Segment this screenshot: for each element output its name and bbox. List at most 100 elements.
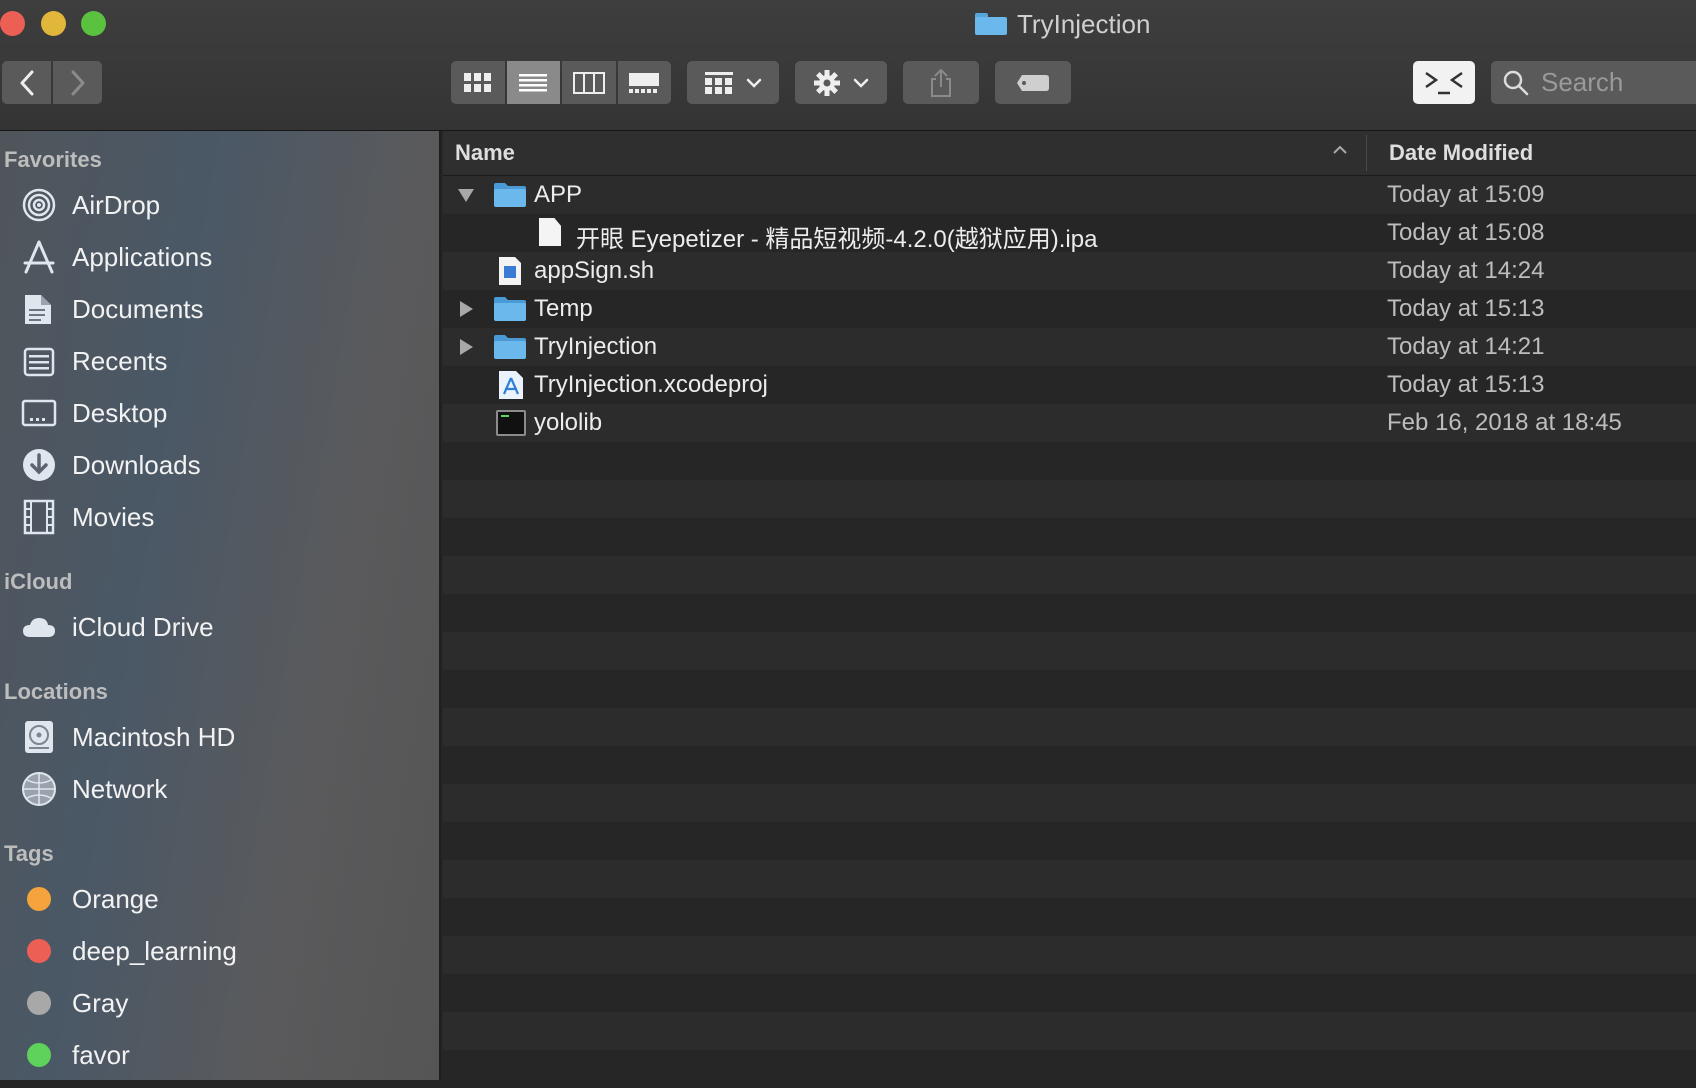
favorites-header: Favorites	[4, 147, 102, 172]
sidebar-item-label: Downloads	[72, 449, 201, 480]
gallery-view-button[interactable]	[617, 61, 671, 104]
group-grid-icon	[705, 71, 733, 94]
search-field[interactable]	[1491, 61, 1696, 104]
toolbar: TryInjection	[0, 0, 1696, 131]
sidebar-item-desktop[interactable]: Desktop	[20, 393, 167, 433]
disclosure-triangle-right-icon[interactable]	[457, 338, 475, 356]
chevron-down-icon	[746, 78, 762, 88]
sidebar-tag-deep-learning[interactable]: deep_learning	[20, 931, 237, 971]
file-name: Temp	[534, 295, 593, 322]
file-name: yololib	[534, 409, 603, 436]
table-row[interactable]: 开眼 Eyepetizer - 精品短视频-4.2.0(越狱应用).ipa To…	[443, 214, 1696, 253]
file-list: Name Date Modified APP Today at 15:09 开眼…	[443, 131, 1696, 1088]
table-row[interactable]: yololib Feb 16, 2018 at 18:45	[443, 404, 1696, 442]
column-view-button[interactable]	[562, 61, 616, 104]
applications-icon	[20, 238, 58, 276]
sidebar-item-applications[interactable]: Applications	[20, 237, 212, 277]
table-row[interactable]: APP Today at 15:09	[443, 176, 1696, 214]
file-date: Today at 14:21	[1387, 333, 1545, 360]
sidebar-item-label: Macintosh HD	[72, 721, 236, 752]
shell-script-icon	[498, 256, 530, 285]
icon-view-button[interactable]	[451, 61, 505, 104]
sidebar-item-documents[interactable]: Documents	[20, 289, 204, 329]
chevron-up-icon	[1333, 145, 1347, 154]
sidebar-item-movies[interactable]: Movies	[20, 497, 154, 537]
disclosure-triangle-right-icon[interactable]	[457, 300, 475, 318]
green-tag-dot-icon	[27, 1043, 51, 1067]
network-icon	[20, 770, 58, 808]
folder-icon	[494, 181, 526, 209]
sidebar-tag-gray[interactable]: Gray	[20, 983, 128, 1023]
tag-icon	[1017, 74, 1049, 91]
harddisk-icon	[20, 718, 58, 756]
airdrop-icon	[20, 186, 58, 224]
edit-tags-button[interactable]	[995, 61, 1071, 104]
downloads-icon	[20, 446, 58, 484]
file-name: APP	[534, 181, 583, 208]
back-button[interactable]	[2, 61, 51, 104]
table-row[interactable]: TryInjection.xcodeproj Today at 15:13	[443, 366, 1696, 404]
column-header: Name Date Modified	[443, 131, 1696, 176]
sidebar: Favorites AirDrop Applications Documents	[0, 131, 441, 1080]
sidebar-item-label: Recents	[72, 345, 168, 376]
sidebar-item-network[interactable]: Network	[20, 769, 167, 809]
zoom-window-button[interactable]	[81, 11, 106, 36]
file-rows: APP Today at 15:09 开眼 Eyepetizer - 精品短视频…	[443, 176, 1696, 442]
sidebar-item-icloud-drive[interactable]: iCloud Drive	[20, 607, 214, 647]
finder-window: TryInjection Search Favorites AirDrop Ap…	[0, 0, 1696, 1088]
sidebar-tag-orange[interactable]: Orange	[20, 879, 159, 919]
tags-header: Tags	[4, 841, 54, 866]
xcode-project-icon	[498, 370, 530, 399]
chevron-right-icon	[71, 70, 84, 95]
forward-button[interactable]	[53, 61, 102, 104]
file-date: Today at 15:13	[1387, 295, 1545, 322]
sidebar-item-macintosh-hd[interactable]: Macintosh HD	[20, 717, 235, 757]
sidebar-item-label: Orange	[72, 883, 159, 914]
minimize-window-button[interactable]	[41, 11, 66, 36]
file-date: Today at 14:24	[1387, 257, 1545, 284]
column-header-name[interactable]: Name	[455, 140, 515, 166]
list-view-button[interactable]	[506, 61, 560, 104]
disclosure-triangle-down-icon[interactable]	[457, 186, 475, 204]
recents-icon	[20, 342, 58, 380]
close-window-button[interactable]	[0, 11, 25, 36]
file-date: Today at 15:09	[1387, 181, 1545, 208]
sidebar-item-label: Applications	[72, 241, 213, 272]
table-row[interactable]: Temp Today at 15:13	[443, 290, 1696, 328]
group-by-button[interactable]	[687, 61, 779, 104]
sidebar-item-label: Movies	[72, 501, 155, 532]
sidebar-item-recents[interactable]: Recents	[20, 341, 167, 381]
share-icon	[931, 68, 951, 97]
gear-icon	[814, 69, 840, 96]
sidebar-item-downloads[interactable]: Downloads	[20, 445, 201, 485]
table-row[interactable]: appSign.sh Today at 14:24	[443, 252, 1696, 290]
file-name: 开眼 Eyepetizer - 精品短视频-4.2.0(越狱应用).ipa	[576, 226, 1098, 253]
table-row[interactable]: TryInjection Today at 14:21	[443, 328, 1696, 366]
column-divider[interactable]	[1366, 135, 1367, 171]
locations-header: Locations	[4, 679, 108, 704]
share-button[interactable]	[903, 61, 979, 104]
gray-tag-dot-icon	[27, 991, 51, 1015]
file-name: TryInjection	[534, 333, 658, 360]
file-date: Today at 15:13	[1387, 371, 1545, 398]
empty-list-area[interactable]	[443, 442, 1696, 1088]
file-name: TryInjection.xcodeproj	[534, 371, 768, 398]
icon-grid-icon	[463, 72, 491, 92]
desktop-icon	[20, 394, 58, 432]
terminal-button[interactable]	[1413, 61, 1475, 104]
action-menu-button[interactable]	[795, 61, 887, 104]
file-date: Today at 15:08	[1387, 219, 1545, 246]
sidebar-tag-favor[interactable]: favor	[20, 1035, 130, 1075]
documents-icon	[20, 290, 58, 328]
chevron-left-icon	[20, 70, 33, 95]
column-header-date-modified[interactable]: Date Modified	[1389, 140, 1533, 166]
cloud-icon	[20, 608, 58, 646]
list-icon	[519, 73, 548, 91]
document-icon	[539, 218, 571, 246]
folder-icon	[494, 333, 526, 361]
window-title-label: TryInjection	[1017, 8, 1151, 39]
search-input[interactable]	[1539, 66, 1693, 99]
sidebar-item-airdrop[interactable]: AirDrop	[20, 185, 160, 225]
window-title: TryInjection	[975, 6, 1150, 42]
sidebar-item-label: Network	[72, 773, 168, 804]
